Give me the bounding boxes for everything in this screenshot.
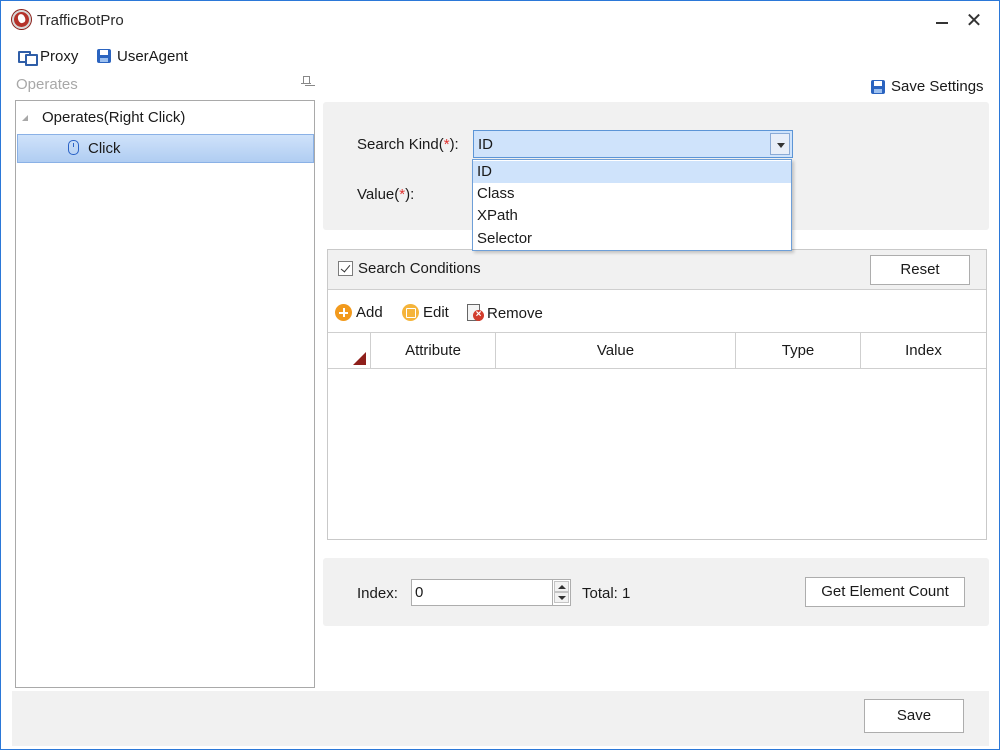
window-title: TrafficBotPro [37, 12, 124, 29]
minimize-icon [936, 22, 948, 24]
index-value: 0 [415, 584, 424, 601]
conditions-table[interactable]: Attribute Value Type Index [328, 332, 986, 539]
spin-buttons [552, 580, 570, 605]
index-label: Index: [357, 585, 398, 602]
search-kind-label: Search Kind(*): [357, 136, 459, 153]
add-label: Add [356, 304, 383, 321]
remove-button[interactable]: Remove [466, 304, 543, 323]
get-element-count-button[interactable]: Get Element Count [805, 577, 965, 607]
menu-item-proxy[interactable]: Proxy [18, 45, 78, 67]
save-button[interactable]: Save [864, 699, 964, 733]
search-kind-value: ID [478, 136, 493, 153]
index-panel: Index: 0 Total: 1 Get Element Count [323, 558, 989, 626]
option-class[interactable]: Class [473, 183, 791, 205]
title-bar[interactable]: TrafficBotPro ✕ [1, 1, 999, 41]
pane-title: Operates [16, 76, 78, 93]
tree-item-click[interactable]: Click [17, 134, 314, 163]
save-settings-button[interactable]: Save Settings [871, 78, 984, 95]
column-value[interactable]: Value [496, 333, 736, 369]
tree-root-label: Operates(Right Click) [42, 109, 186, 126]
save-settings-label: Save Settings [891, 78, 984, 95]
remove-icon [466, 304, 484, 323]
index-stepper[interactable]: 0 [411, 579, 571, 606]
search-kind-dropdown: ID Class XPath Selector [472, 159, 792, 251]
column-type[interactable]: Type [736, 333, 861, 369]
tree-child-label: Click [88, 140, 121, 157]
floppy-icon [871, 79, 885, 94]
operates-pane-header: Operates [16, 75, 314, 97]
spin-up-button[interactable] [554, 581, 569, 592]
minimize-button[interactable] [927, 6, 957, 36]
add-icon [335, 304, 352, 321]
menu-item-user-agent[interactable]: UserAgent [97, 45, 188, 67]
conditions-toolbar: Add Edit Remove [328, 302, 986, 328]
app-logo-icon [12, 10, 31, 29]
tree-item-root[interactable]: Operates(Right Click) [16, 106, 314, 132]
spin-down-button[interactable] [554, 592, 569, 603]
option-xpath[interactable]: XPath [473, 205, 791, 227]
menu-user-agent-label: UserAgent [117, 47, 188, 65]
remove-label: Remove [487, 305, 543, 322]
option-id[interactable]: ID [473, 161, 791, 183]
pin-icon[interactable] [300, 75, 312, 89]
menu-bar: Proxy UserAgent [1, 43, 999, 69]
search-kind-select[interactable]: ID [473, 130, 793, 158]
close-button[interactable]: ✕ [959, 6, 989, 36]
mouse-icon [68, 140, 79, 155]
table-header: Attribute Value Type Index [328, 333, 986, 369]
menu-proxy-label: Proxy [40, 47, 79, 65]
edit-button[interactable]: Edit [402, 304, 449, 321]
option-selector[interactable]: Selector [473, 228, 791, 250]
edit-icon [402, 304, 419, 321]
operates-tree[interactable]: Operates(Right Click) Click [15, 100, 315, 688]
floppy-icon [97, 49, 111, 63]
column-attribute[interactable]: Attribute [371, 333, 496, 369]
search-conditions-checkbox[interactable] [338, 261, 353, 276]
proxy-icon [18, 50, 38, 66]
column-index[interactable]: Index [861, 333, 986, 369]
total-count-label: Total: 1 [582, 585, 631, 602]
reset-button[interactable]: Reset [870, 255, 970, 285]
edit-label: Edit [423, 304, 449, 321]
conditions-header: Search Conditions Reset [328, 250, 986, 290]
chevron-down-icon[interactable] [770, 133, 790, 155]
search-conditions-title: Search Conditions [358, 260, 481, 277]
value-label: Value(*): [357, 186, 415, 203]
sort-indicator-icon [353, 352, 366, 365]
search-conditions-group: Search Conditions Reset Add Edit Remove … [327, 249, 987, 540]
app-window: TrafficBotPro ✕ Proxy UserAgent Operates… [0, 0, 1000, 750]
add-button[interactable]: Add [335, 304, 383, 321]
table-corner[interactable] [328, 333, 371, 369]
footer-bar: Save [12, 691, 989, 746]
tree-expand-icon[interactable] [22, 115, 28, 121]
